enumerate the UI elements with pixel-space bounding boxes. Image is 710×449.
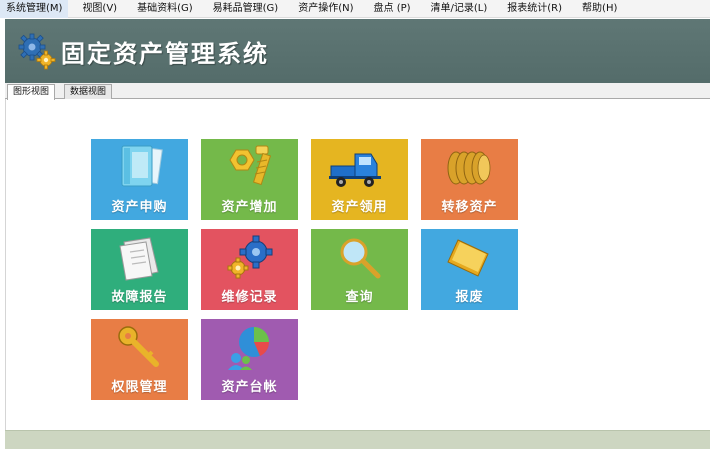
tile-asset-transfer[interactable]: 转移资产 (421, 139, 518, 220)
tile-permissions[interactable]: 权限管理 (91, 319, 188, 400)
app-title: 固定资产管理系统 (61, 39, 269, 68)
menu-help[interactable]: 帮助(H) (576, 0, 623, 18)
pie-chart-users-icon (227, 326, 269, 370)
status-bar (5, 430, 710, 449)
menu-consumables[interactable]: 易耗品管理(G) (207, 0, 285, 18)
tab-data-view[interactable]: 数据视图 (64, 84, 113, 99)
tile-label: 故障报告 (111, 290, 168, 305)
key-icon (117, 325, 159, 367)
menu-asset-operations[interactable]: 资产操作(N) (292, 0, 359, 18)
truck-icon (328, 153, 381, 187)
menu-reports[interactable]: 报表统计(R) (501, 0, 568, 18)
tile-label: 转移资产 (441, 200, 498, 215)
menu-view[interactable]: 视图(V) (76, 0, 123, 18)
tile-asset-requisition[interactable]: 资产领用 (311, 139, 408, 220)
menu-basic-data[interactable]: 基础资料(G) (131, 0, 199, 18)
tile-repair-records[interactable]: 维修记录 (201, 229, 298, 310)
menu-inventory[interactable]: 盘点 (P) (368, 0, 417, 18)
tab-graphic-view[interactable]: 图形视图 (7, 84, 56, 100)
tile-label: 资产增加 (221, 200, 278, 215)
tile-label: 查询 (345, 290, 374, 305)
document-icon (121, 145, 163, 186)
gears-icon (18, 33, 56, 70)
graphic-view-panel: 资产申购 资产增加 资产领用 转移资产 故障报告 维修记录 查询 报废 权限管理… (5, 99, 710, 430)
tile-scrap[interactable]: 报废 (421, 229, 518, 310)
tile-label: 报废 (455, 290, 484, 305)
tile-asset-add[interactable]: 资产增加 (201, 139, 298, 220)
folder-icon (446, 238, 489, 277)
tile-label: 资产台帐 (221, 380, 278, 395)
tile-label: 维修记录 (221, 290, 278, 305)
tile-label: 资产申购 (111, 200, 168, 215)
papers-icon (118, 236, 159, 281)
coins-icon (447, 151, 490, 184)
tile-asset-ledger[interactable]: 资产台帐 (201, 319, 298, 400)
tile-asset-purchase[interactable]: 资产申购 (91, 139, 188, 220)
app-header: 固定资产管理系统 (5, 19, 710, 83)
menu-system[interactable]: 系统管理(M) (0, 0, 69, 18)
tile-fault-report[interactable]: 故障报告 (91, 229, 188, 310)
magnifier-icon (340, 238, 380, 278)
menu-records[interactable]: 清单/记录(L) (425, 0, 494, 18)
tile-label: 资产领用 (331, 200, 388, 215)
gears-icon (227, 235, 272, 278)
tile-label: 权限管理 (111, 380, 168, 395)
tile-query[interactable]: 查询 (311, 229, 408, 310)
menu-bar: 系统管理(M) 视图(V) 基础资料(G) 易耗品管理(G) 资产操作(N) 盘… (0, 0, 710, 18)
bolt-nut-icon (228, 145, 271, 185)
view-tabstrip: 图形视图 数据视图 (5, 83, 710, 100)
